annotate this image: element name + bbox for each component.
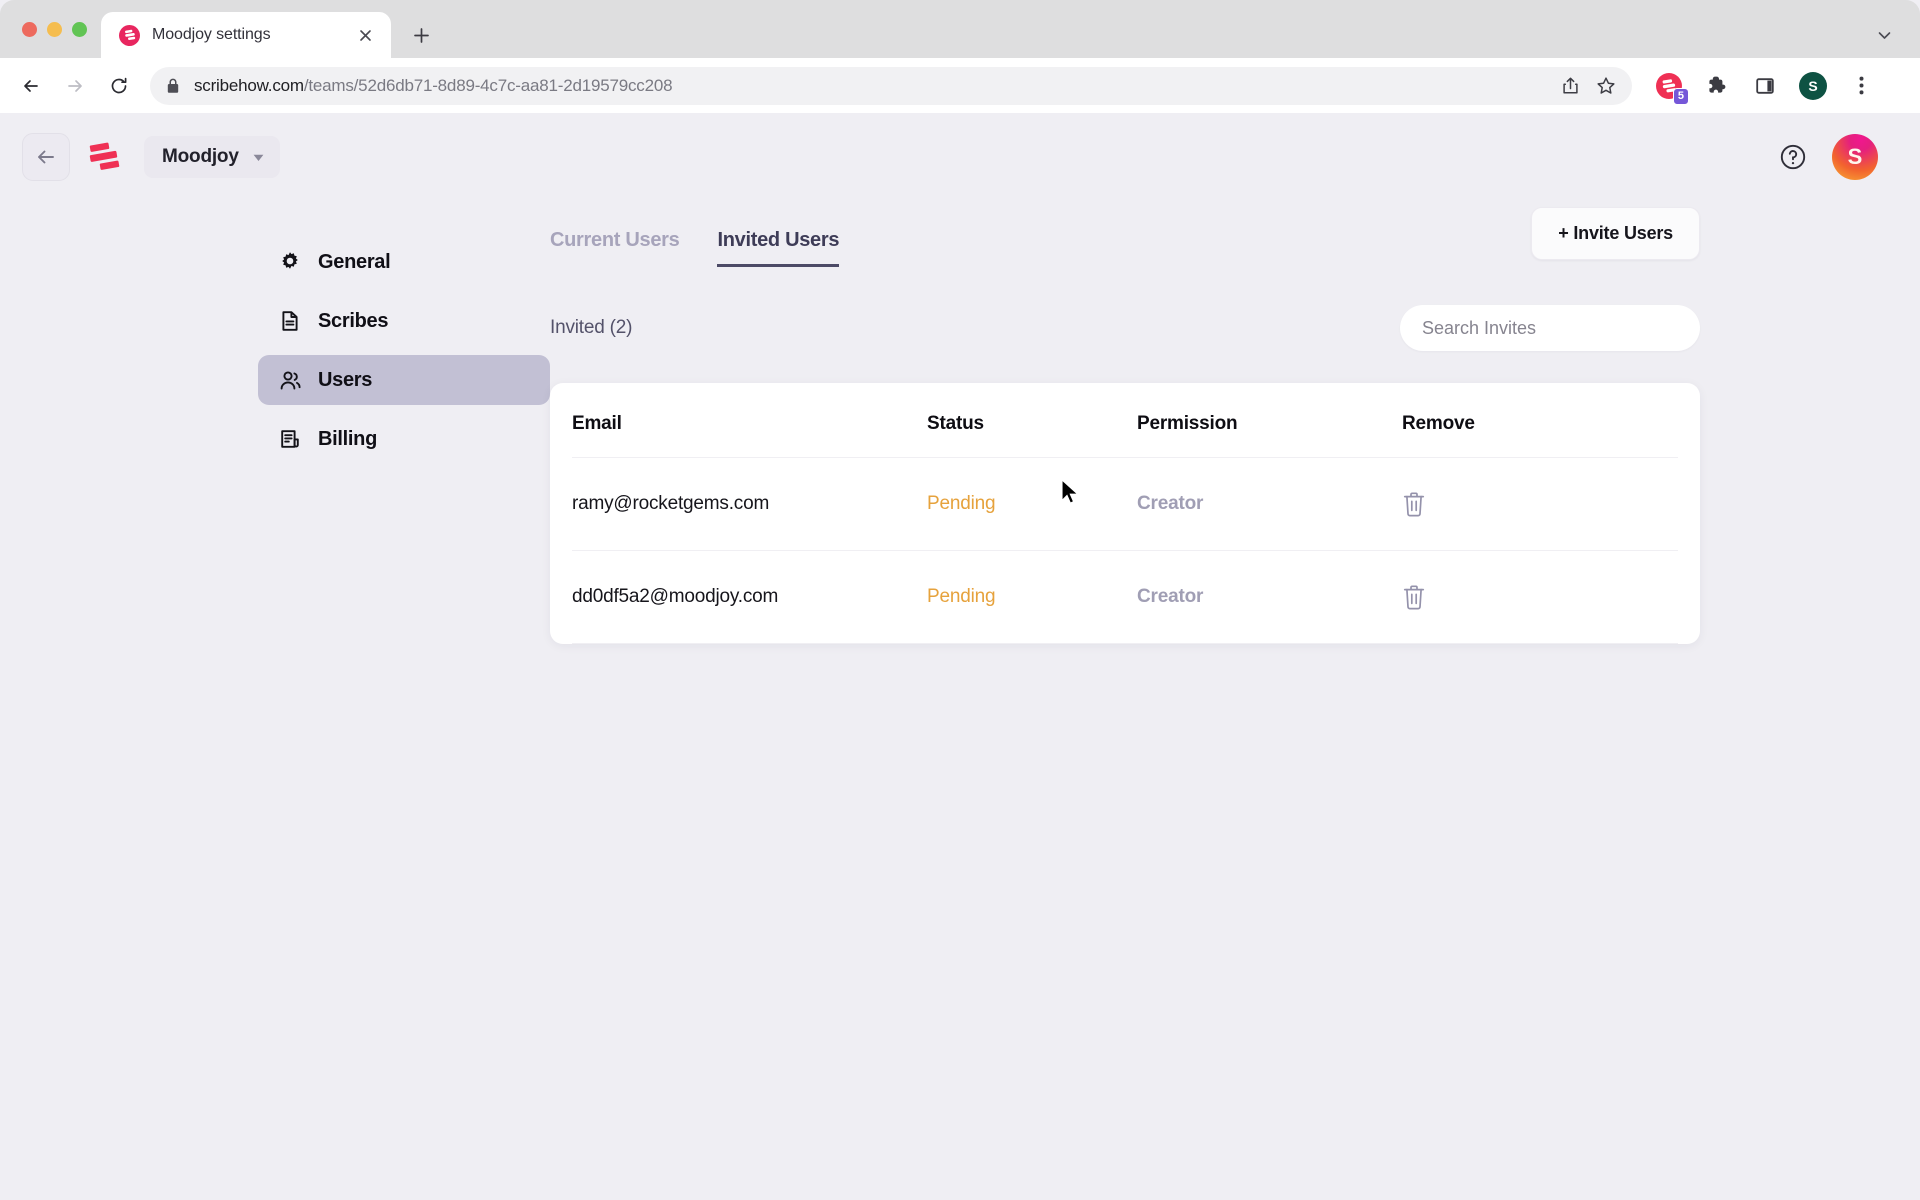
- maximize-window-button[interactable]: [72, 21, 87, 37]
- sidebar-item-label: Users: [318, 368, 373, 391]
- avatar[interactable]: S: [1832, 134, 1878, 180]
- chevron-down-icon: [251, 150, 266, 165]
- app-back-button[interactable]: [22, 133, 70, 181]
- settings-body: General Scribes Users Billing Current Us…: [0, 201, 1920, 644]
- cell-email: dd0df5a2@moodjoy.com: [572, 550, 927, 644]
- tab-invited-users[interactable]: Invited Users: [717, 229, 840, 267]
- search-input[interactable]: [1422, 317, 1678, 339]
- invited-users-table: Email Status Permission Remove ramy@rock…: [572, 383, 1678, 644]
- cell-permission: Creator: [1137, 550, 1402, 644]
- table-row: dd0df5a2@moodjoy.com Pending Creator: [572, 550, 1678, 644]
- extensions-puzzle-icon[interactable]: [1700, 69, 1734, 103]
- minimize-window-button[interactable]: [47, 21, 62, 37]
- window-traffic-lights: [0, 0, 101, 58]
- cell-permission: Creator: [1137, 457, 1402, 551]
- document-icon: [278, 309, 302, 333]
- table-header-row: Email Status Permission Remove: [572, 383, 1678, 458]
- close-window-button[interactable]: [22, 21, 37, 37]
- gear-icon: [278, 250, 302, 274]
- star-icon[interactable]: [1596, 76, 1616, 96]
- reload-icon[interactable]: [98, 65, 140, 107]
- page-content: Moodjoy S General Scribes Users Billing …: [0, 113, 1920, 1200]
- forward-arrow-icon[interactable]: [54, 65, 96, 107]
- table-body: ramy@rocketgems.com Pending Creator dd0d…: [572, 457, 1678, 644]
- table-head: Email Status Permission Remove: [572, 383, 1678, 458]
- browser-window: Moodjoy settings scribehow.com/teams/52d…: [0, 0, 1920, 1200]
- status-badge: Pending: [927, 550, 1137, 644]
- column-header-status: Status: [927, 383, 1137, 458]
- browser-tab[interactable]: Moodjoy settings: [101, 12, 391, 58]
- url-domain: scribehow.com: [194, 75, 304, 95]
- invite-users-button[interactable]: + Invite Users: [1531, 207, 1700, 260]
- workspace-selector[interactable]: Moodjoy: [144, 136, 280, 178]
- settings-content: Current Users Invited Users + Invite Use…: [550, 207, 1920, 644]
- address-bar[interactable]: scribehow.com/teams/52d6db71-8d89-4c7c-a…: [150, 66, 1632, 105]
- extension-badge-count: 5: [1672, 88, 1689, 105]
- scribe-logo-icon[interactable]: [88, 140, 126, 174]
- receipt-icon: [278, 427, 302, 451]
- trash-icon[interactable]: [1402, 581, 1430, 613]
- sidebar-item-scribes[interactable]: Scribes: [258, 296, 550, 346]
- scribe-extension-icon[interactable]: 5: [1652, 69, 1689, 105]
- close-icon[interactable]: [353, 23, 377, 47]
- search-invites-box[interactable]: [1400, 305, 1700, 351]
- sidebar-item-billing[interactable]: Billing: [258, 414, 550, 464]
- sidebar-item-label: Billing: [318, 427, 378, 450]
- column-header-permission: Permission: [1137, 383, 1402, 458]
- column-header-remove: Remove: [1402, 383, 1678, 458]
- users-icon: [278, 368, 302, 392]
- lock-icon: [166, 78, 180, 94]
- avatar-initial: S: [1847, 144, 1863, 169]
- invited-users-table-card: Email Status Permission Remove ramy@rock…: [550, 383, 1700, 644]
- address-bar-url: scribehow.com/teams/52d6db71-8d89-4c7c-a…: [194, 75, 673, 96]
- chrome-menu-icon[interactable]: [1844, 69, 1878, 103]
- sidebar-item-general[interactable]: General: [258, 237, 550, 287]
- invited-count-label: Invited (2): [550, 317, 633, 338]
- help-circle-icon[interactable]: [1776, 140, 1810, 174]
- share-icon[interactable]: [1561, 76, 1580, 95]
- table-row: ramy@rocketgems.com Pending Creator: [572, 457, 1678, 551]
- chevron-down-icon[interactable]: [1862, 12, 1906, 58]
- browser-tab-title: Moodjoy settings: [152, 26, 271, 43]
- tab-current-users[interactable]: Current Users: [550, 229, 680, 264]
- sidebar-item-label: General: [318, 250, 391, 273]
- cell-remove: [1402, 457, 1678, 551]
- side-panel-icon[interactable]: [1748, 69, 1782, 103]
- scribe-logo-icon: [119, 24, 140, 46]
- status-badge: Pending: [927, 457, 1137, 551]
- cell-remove: [1402, 550, 1678, 644]
- url-path: /teams/52d6db71-8d89-4c7c-aa81-2d19579cc…: [303, 75, 673, 95]
- profile-avatar-initial: S: [1799, 71, 1827, 100]
- users-tabs: Current Users Invited Users + Invite Use…: [550, 207, 1700, 267]
- app-header: Moodjoy S: [0, 113, 1920, 201]
- profile-avatar[interactable]: S: [1796, 69, 1830, 103]
- browser-tabstrip: Moodjoy settings: [0, 0, 1920, 58]
- settings-sidebar: General Scribes Users Billing: [258, 229, 550, 644]
- omnibox-actions: [1561, 76, 1616, 96]
- cell-email: ramy@rocketgems.com: [572, 457, 927, 551]
- invited-summary-row: Invited (2): [550, 305, 1700, 351]
- back-arrow-icon[interactable]: [10, 65, 52, 107]
- sidebar-item-label: Scribes: [318, 309, 389, 332]
- new-tab-button[interactable]: [401, 15, 441, 55]
- browser-toolbar: scribehow.com/teams/52d6db71-8d89-4c7c-a…: [0, 58, 1920, 113]
- extension-icons: 5 S: [1642, 69, 1878, 105]
- trash-icon[interactable]: [1402, 488, 1430, 520]
- sidebar-item-users[interactable]: Users: [258, 355, 550, 405]
- column-header-email: Email: [572, 383, 927, 458]
- workspace-name: Moodjoy: [162, 146, 239, 167]
